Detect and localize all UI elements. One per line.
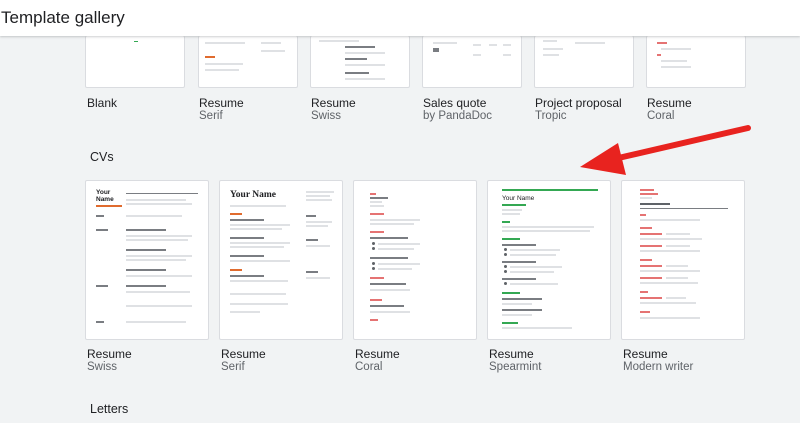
template-variant: Swiss <box>311 110 342 122</box>
template-variant: Swiss <box>87 361 118 373</box>
template-name-blank: Blank <box>87 96 118 110</box>
template-variant: Tropic <box>535 110 567 122</box>
template-name: Resume <box>489 347 534 361</box>
template-name: Resume <box>355 347 400 361</box>
top-row: Blank Resume Serif Resume Swiss Sales qu… <box>0 36 800 136</box>
template-name: Resume <box>199 96 244 110</box>
template-thumbnail <box>310 36 410 88</box>
template-thumbnail: Your Name <box>85 180 209 340</box>
cv-card-resume-modern-writer[interactable]: Resume Modern writer <box>621 180 745 380</box>
preview-name: Your Name <box>230 190 277 200</box>
template-variant: Spearmint <box>489 361 542 373</box>
preview-name: Your Name <box>502 195 535 202</box>
template-thumbnail: Your Name <box>219 180 343 340</box>
template-variant: Serif <box>221 361 245 373</box>
cv-card-resume-coral[interactable]: Resume Coral <box>353 180 477 380</box>
template-variant: by PandaDoc <box>423 110 493 122</box>
template-thumbnail <box>646 36 746 88</box>
template-thumbnail <box>198 36 298 88</box>
template-thumbnail <box>422 36 522 88</box>
template-variant: Coral <box>647 110 675 122</box>
template-name: Resume <box>221 347 266 361</box>
template-thumbnail <box>85 36 185 88</box>
template-thumbnail <box>621 180 745 340</box>
section-title-letters: Letters <box>90 402 129 416</box>
gallery-header: Template gallery <box>0 0 800 36</box>
cv-card-resume-swiss[interactable]: Your Name Resume Swiss <box>85 180 209 380</box>
page-title: Template gallery <box>1 8 125 27</box>
template-thumbnail <box>353 180 477 340</box>
template-thumbnail: Your Name <box>487 180 611 340</box>
cv-card-resume-spearmint[interactable]: Your Name Resume Spearmint <box>487 180 611 380</box>
template-name: Resume <box>87 347 132 361</box>
template-name: Resume <box>647 96 692 110</box>
template-variant: Modern writer <box>623 361 694 373</box>
template-thumbnail <box>534 36 634 88</box>
template-variant: Coral <box>355 361 383 373</box>
section-title-cvs: CVs <box>90 150 114 164</box>
preview-name: Your Name <box>96 189 114 203</box>
template-name: Resume <box>311 96 356 110</box>
template-variant: Serif <box>199 110 223 122</box>
template-name: Project proposal <box>535 96 622 110</box>
template-name: Resume <box>623 347 668 361</box>
template-name: Sales quote <box>423 96 487 110</box>
cv-card-resume-serif[interactable]: Your Name Resume Serif <box>219 180 343 380</box>
template-card-blank[interactable] <box>85 36 185 126</box>
